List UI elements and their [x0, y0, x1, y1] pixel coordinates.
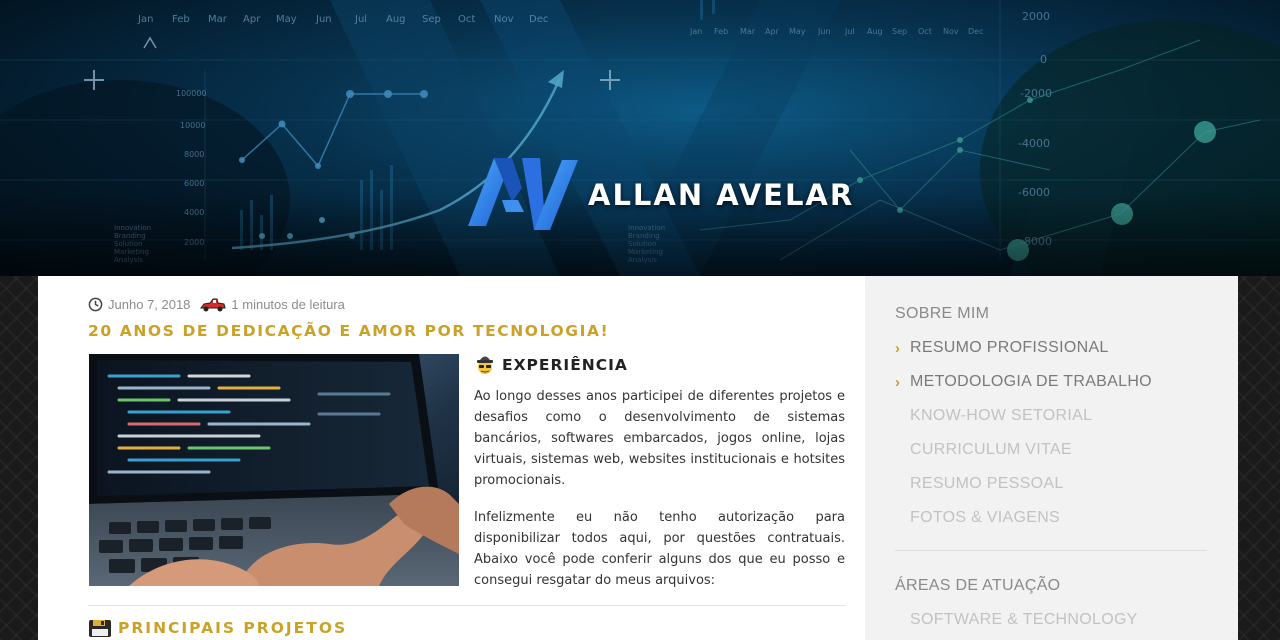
- sidebar-item-curriculum[interactable]: CURRICULUM VITAE: [895, 441, 1072, 459]
- floppy-emoji-icon: [89, 620, 111, 637]
- sidebar-item-label: RESUMO PESSOAL: [910, 475, 1064, 492]
- sidebar-item-label: CURRICULUM VITAE: [910, 441, 1072, 458]
- post-date: Junho 7, 2018: [108, 297, 191, 312]
- brand-name: ALLAN AVELAR: [588, 178, 855, 212]
- post-meta: Junho 7, 2018 1 minutos de leitura: [88, 297, 345, 312]
- av-logo-icon: [468, 158, 578, 230]
- sidebar-divider: [895, 550, 1207, 551]
- sidebar-item-resumo-profissional[interactable]: › RESUMO PROFISSIONAL: [895, 339, 1109, 357]
- post-card: Junho 7, 2018 1 minutos de leitura 20 AN…: [38, 276, 865, 640]
- sidebar: SOBRE MIM › RESUMO PROFISSIONAL › METODO…: [865, 276, 1238, 640]
- laptop-code-photo: [89, 354, 459, 586]
- sidebar-item-label: METODOLOGIA DE TRABALHO: [910, 373, 1152, 390]
- sidebar-item-metodologia[interactable]: › METODOLOGIA DE TRABALHO: [895, 373, 1152, 391]
- projects-title: PRINCIPAIS PROJETOS: [118, 619, 348, 637]
- sidebar-item-label: FOTOS & VIAGENS: [910, 509, 1061, 526]
- sidebar-heading-sobre-mim[interactable]: SOBRE MIM: [895, 305, 989, 323]
- sidebar-item-label: RESUMO PROFISSIONAL: [910, 339, 1109, 356]
- projects-heading: PRINCIPAIS PROJETOS: [88, 617, 347, 639]
- site-logo[interactable]: ALLAN AVELAR: [466, 156, 854, 234]
- section-divider: [88, 605, 845, 606]
- header-banner: JanFebMar AprMayJun JulAugSep OctNovDec …: [0, 0, 1280, 276]
- header-background-graphic: JanFebMar AprMayJun JulAugSep OctNovDec …: [0, 0, 1280, 276]
- experience-paragraph-1: Ao longo desses anos participei de difer…: [474, 389, 845, 488]
- experience-title: EXPERIÊNCIA: [502, 356, 628, 374]
- race-car-icon: [200, 298, 227, 311]
- sidebar-item-resumo-pessoal[interactable]: RESUMO PESSOAL: [895, 475, 1064, 493]
- experience-heading: EXPERIÊNCIA: [474, 354, 628, 376]
- chevron-right-icon: ›: [895, 339, 901, 357]
- sidebar-item-software-technology[interactable]: SOFTWARE & TECHNOLOGY: [895, 611, 1138, 629]
- sidebar-item-label: SOFTWARE & TECHNOLOGY: [910, 611, 1138, 628]
- sidebar-item-know-how[interactable]: KNOW-HOW SETORIAL: [895, 407, 1092, 425]
- read-time: 1 minutos de leitura: [231, 297, 345, 312]
- spy-emoji-icon: [477, 356, 493, 374]
- post-title[interactable]: 20 ANOS DE DEDICAÇÃO E AMOR POR TECNOLOG…: [88, 322, 609, 340]
- experience-paragraph-2: Infelizmente eu não tenho autorização pa…: [474, 510, 845, 588]
- sidebar-item-label: KNOW-HOW SETORIAL: [910, 407, 1093, 424]
- sidebar-heading-areas[interactable]: ÁREAS DE ATUAÇÃO: [895, 577, 1060, 595]
- chevron-right-icon: ›: [895, 373, 901, 391]
- sidebar-item-fotos-viagens[interactable]: FOTOS & VIAGENS: [895, 509, 1060, 527]
- clock-icon: [88, 297, 103, 312]
